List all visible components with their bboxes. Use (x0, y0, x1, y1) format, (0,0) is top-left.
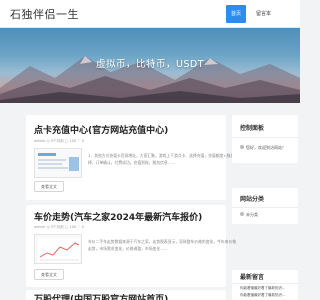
comment-text: 你能看懂最好看了最新知识… (240, 286, 286, 290)
hero-banner: 虚拟币，比特币，USDT (0, 28, 300, 103)
read-more-button[interactable]: 查看全文 (34, 269, 64, 280)
folder-icon (240, 212, 244, 216)
site-logo[interactable]: 石独伴侣一生 (10, 6, 79, 22)
control-panel-title: 控制面板 (240, 125, 265, 132)
post-thumbnail[interactable] (34, 148, 82, 178)
recent-comments-widget: 最新留言 你能看懂最好看了最新知识… 你能看懂最好看了最新知识… (232, 270, 298, 300)
divider (232, 137, 298, 138)
control-panel-widget: 控制面板 您好，欢迎到访网站！ (232, 115, 298, 163)
comment-item[interactable]: 你能看懂最好看了最新知识… (240, 293, 286, 298)
divider (232, 283, 298, 284)
comment-item[interactable]: 你能看懂最好看了最新知识… (240, 286, 286, 291)
post-title[interactable]: 万股代理(中国万股官方网站首页) (34, 292, 168, 300)
categories-widget: 网站分类 未分类 (232, 188, 298, 224)
nav-guestbook[interactable]: 留言本 (256, 5, 271, 23)
category-label: 未分类 (246, 212, 258, 217)
comment-text: 你能看懂最好看了最新知识… (240, 293, 286, 297)
post-title[interactable]: 车价走势(汽车之家2024年最新汽车报价) (34, 210, 202, 223)
post-meta: admin ◷ 3个月前 ▢ 100 ♡ 0 (34, 225, 85, 229)
post-thumbnail[interactable] (34, 234, 82, 264)
post-excerpt: 1、其他方式充值卡官网地址，大家汇聚，游戏上下游点卡、选择充值，充值额度+服务选… (88, 153, 238, 165)
read-more-button[interactable]: 查看全文 (34, 181, 64, 192)
post-card: 万股代理(中国万股官方网站首页) (26, 290, 226, 300)
post-card: 点卡充值中心(官方网站充值中心) admin ◷ 3个月前 ▢ 100 ♡ 0 … (26, 115, 238, 200)
divider (232, 207, 298, 208)
site-header: 石独伴侣一生 首页 留言本 (0, 0, 300, 28)
post-card: 车价走势(汽车之家2024年最新汽车报价) admin ◷ 3个月前 ▢ 100… (26, 205, 236, 287)
post-meta: admin ◷ 3个月前 ▢ 100 ♡ 0 (34, 139, 85, 143)
thumbnail-image (38, 153, 79, 171)
recent-comments-title: 最新留言 (240, 274, 265, 281)
post-title[interactable]: 点卡充值中心(官方网站充值中心) (34, 123, 168, 136)
welcome-label: 您好，欢迎到访网站！ (246, 145, 286, 150)
thumbnail-chart (38, 238, 80, 262)
welcome-text: 您好，欢迎到访网站！ (240, 145, 286, 151)
banner-title: 虚拟币，比特币，USDT (95, 59, 205, 70)
category-item[interactable]: 未分类 (240, 212, 258, 218)
user-icon (240, 145, 244, 149)
nav-home[interactable]: 首页 (226, 5, 246, 23)
post-excerpt: 车价二手车走势数据来源于汽车之家，走势图表显示，导致整车价格的变化，今年来价格走… (88, 239, 237, 251)
categories-title: 网站分类 (240, 196, 265, 203)
